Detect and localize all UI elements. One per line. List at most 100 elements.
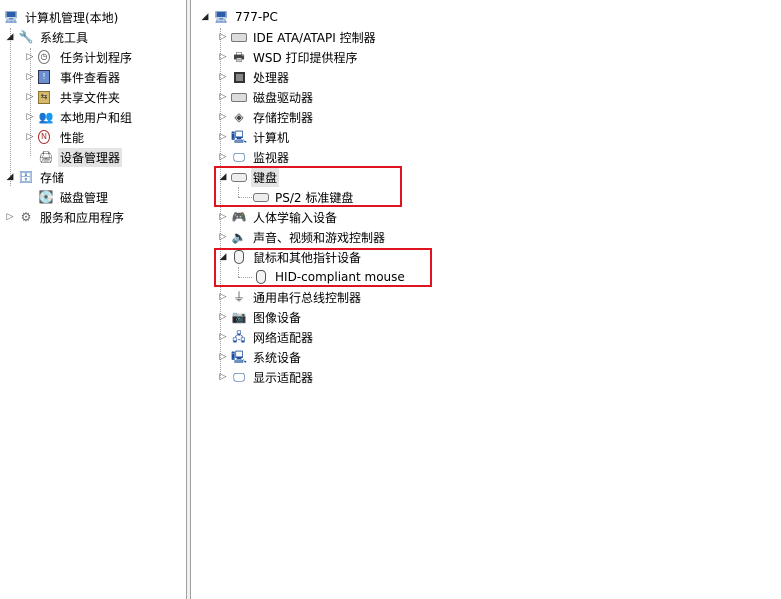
- computer-management-icon: 🖥: [3, 10, 19, 24]
- collapsed-triangle-icon[interactable]: ▷: [218, 232, 228, 242]
- collapsed-triangle-icon[interactable]: ▷: [25, 132, 35, 142]
- device-tree-root[interactable]: ◢ 🖥 777-PC: [200, 7, 280, 27]
- tools-icon: 🔧: [18, 30, 34, 44]
- device-category-monitors[interactable]: ▷ 🖵 监视器: [218, 147, 291, 167]
- collapsed-triangle-icon[interactable]: ▷: [218, 312, 228, 322]
- device-category-label: 计算机: [253, 130, 290, 145]
- network-adapter-icon: 🖧: [232, 330, 246, 344]
- device-category-usb[interactable]: ▷ ⏚ 通用串行总线控制器: [218, 287, 363, 307]
- expanded-triangle-icon[interactable]: ◢: [5, 172, 15, 182]
- clock-icon: ◷: [38, 50, 50, 64]
- collapsed-triangle-icon[interactable]: ▷: [218, 212, 228, 222]
- disk-drive-icon: [231, 92, 247, 102]
- processor-icon: [233, 71, 245, 83]
- device-category-storage-controllers[interactable]: ▷ ◈ 存储控制器: [218, 107, 315, 127]
- computer-icon: 🖳: [231, 130, 248, 144]
- collapsed-triangle-icon[interactable]: ▷: [5, 212, 15, 222]
- device-category-processor[interactable]: ▷ 处理器: [218, 67, 291, 87]
- tree-item-device-manager[interactable]: 🖨 设备管理器: [38, 147, 123, 167]
- collapsed-triangle-icon[interactable]: ▷: [218, 152, 228, 162]
- tree-item-label: 服务和应用程序: [40, 210, 125, 225]
- speaker-icon: 🔈: [231, 230, 247, 244]
- tree-item-shared-folders[interactable]: ▷ ⇆ 共享文件夹: [25, 87, 122, 107]
- tree-item-performance[interactable]: ▷ N 性能: [25, 127, 86, 147]
- device-tree-root-label: 777-PC: [235, 10, 278, 24]
- collapsed-triangle-icon[interactable]: ▷: [25, 72, 35, 82]
- ide-controller-icon: [231, 32, 247, 42]
- disk-management-icon: 💽: [38, 190, 54, 204]
- event-log-icon: !: [38, 70, 50, 84]
- device-category-wsd[interactable]: ▷ 🖶 WSD 打印提供程序: [218, 47, 360, 67]
- display-adapter-icon: 🖵: [233, 370, 245, 384]
- tree-item-disk-management[interactable]: 💽 磁盘管理: [38, 187, 110, 207]
- device-category-label: 监视器: [253, 150, 290, 165]
- usb-icon: ⏚: [232, 290, 245, 304]
- tree-item-label: 存储: [40, 170, 65, 185]
- device-category-computer[interactable]: ▷ 🖳 计算机: [218, 127, 291, 147]
- tree-item-label: 计算机管理(本地): [25, 10, 119, 25]
- tree-item-local-users[interactable]: ▷ 👥 本地用户和组: [25, 107, 134, 127]
- device-category-label: 通用串行总线控制器: [253, 290, 362, 305]
- navigation-tree-pane[interactable]: 🖥 计算机管理(本地) ◢ 🔧 系统工具 ▷ ◷ 任务计划程序 ▷ ! 事件查看…: [0, 0, 186, 599]
- device-category-label: 显示适配器: [253, 370, 314, 385]
- device-tree-pane[interactable]: ◢ 🖥 777-PC ▷ IDE ATA/ATAPI 控制器 ▷ 🖶 WSD 打…: [191, 0, 781, 599]
- collapsed-triangle-icon[interactable]: ▷: [25, 52, 35, 62]
- tree-item-label: 事件查看器: [60, 70, 121, 85]
- expanded-triangle-icon[interactable]: ◢: [5, 32, 15, 42]
- tree-item-label: 磁盘管理: [60, 190, 109, 205]
- tree-item-storage[interactable]: ◢ 🗄 存储: [5, 167, 66, 187]
- device-category-label: WSD 打印提供程序: [253, 50, 358, 65]
- device-category-label: 网络适配器: [253, 330, 314, 345]
- tree-item-task-scheduler[interactable]: ▷ ◷ 任务计划程序: [25, 47, 134, 67]
- device-category-disk-drives[interactable]: ▷ 磁盘驱动器: [218, 87, 315, 107]
- tree-item-label-selected: 设备管理器: [58, 147, 123, 167]
- device-category-ide[interactable]: ▷ IDE ATA/ATAPI 控制器: [218, 27, 378, 47]
- collapsed-triangle-icon[interactable]: ▷: [218, 372, 228, 382]
- device-category-imaging[interactable]: ▷ 📷 图像设备: [218, 307, 303, 327]
- device-category-label: 人体学输入设备: [253, 210, 338, 225]
- tree-guide-line: [10, 28, 11, 186]
- mouse-highlight-box: [214, 248, 432, 287]
- device-category-label: 系统设备: [253, 350, 302, 365]
- device-category-hid[interactable]: ▷ 🎮 人体学输入设备: [218, 207, 339, 227]
- tree-item-label: 本地用户和组: [60, 110, 133, 125]
- device-category-network[interactable]: ▷ 🖧 网络适配器: [218, 327, 315, 347]
- collapsed-triangle-icon[interactable]: ▷: [218, 92, 228, 102]
- system-device-icon: 🖳: [231, 350, 248, 364]
- computer-icon: 🖥: [213, 10, 229, 24]
- tree-item-services-apps[interactable]: ▷ ⚙ 服务和应用程序: [5, 207, 126, 227]
- collapsed-triangle-icon[interactable]: ▷: [218, 32, 228, 42]
- storage-controller-icon: ◈: [234, 110, 244, 124]
- collapsed-triangle-icon[interactable]: ▷: [25, 92, 35, 102]
- device-category-label: 存储控制器: [253, 110, 314, 125]
- device-category-label: 图像设备: [253, 310, 302, 325]
- performance-icon: N: [38, 130, 50, 144]
- shared-folder-icon: ⇆: [38, 90, 50, 104]
- collapsed-triangle-icon[interactable]: ▷: [218, 332, 228, 342]
- camera-icon: 📷: [231, 310, 247, 324]
- device-category-display[interactable]: ▷ 🖵 显示适配器: [218, 367, 315, 387]
- device-category-system[interactable]: ▷ 🖳 系统设备: [218, 347, 303, 367]
- users-icon: 👥: [38, 110, 54, 124]
- keyboard-highlight-box: [214, 166, 402, 207]
- device-category-label: 声音、视频和游戏控制器: [253, 230, 386, 245]
- collapsed-triangle-icon[interactable]: ▷: [218, 72, 228, 82]
- hid-icon: 🎮: [231, 210, 247, 224]
- collapsed-triangle-icon[interactable]: ▷: [218, 132, 228, 142]
- device-category-label: IDE ATA/ATAPI 控制器: [253, 30, 376, 45]
- tree-item-computer-management[interactable]: 🖥 计算机管理(本地): [3, 7, 120, 27]
- collapsed-triangle-icon[interactable]: ▷: [218, 112, 228, 122]
- expanded-triangle-icon[interactable]: ◢: [200, 12, 210, 22]
- tree-item-label: 系统工具: [40, 30, 89, 45]
- collapsed-triangle-icon[interactable]: ▷: [218, 292, 228, 302]
- collapsed-triangle-icon[interactable]: ▷: [218, 352, 228, 362]
- collapsed-triangle-icon[interactable]: ▷: [218, 52, 228, 62]
- tree-item-label: 性能: [60, 130, 85, 145]
- services-icon: ⚙: [20, 210, 32, 224]
- collapsed-triangle-icon[interactable]: ▷: [25, 112, 35, 122]
- device-category-label: 处理器: [253, 70, 290, 85]
- storage-icon: 🗄: [18, 170, 34, 184]
- tree-item-event-viewer[interactable]: ▷ ! 事件查看器: [25, 67, 122, 87]
- tree-item-system-tools[interactable]: ◢ 🔧 系统工具: [5, 27, 90, 47]
- device-category-sound[interactable]: ▷ 🔈 声音、视频和游戏控制器: [218, 227, 387, 247]
